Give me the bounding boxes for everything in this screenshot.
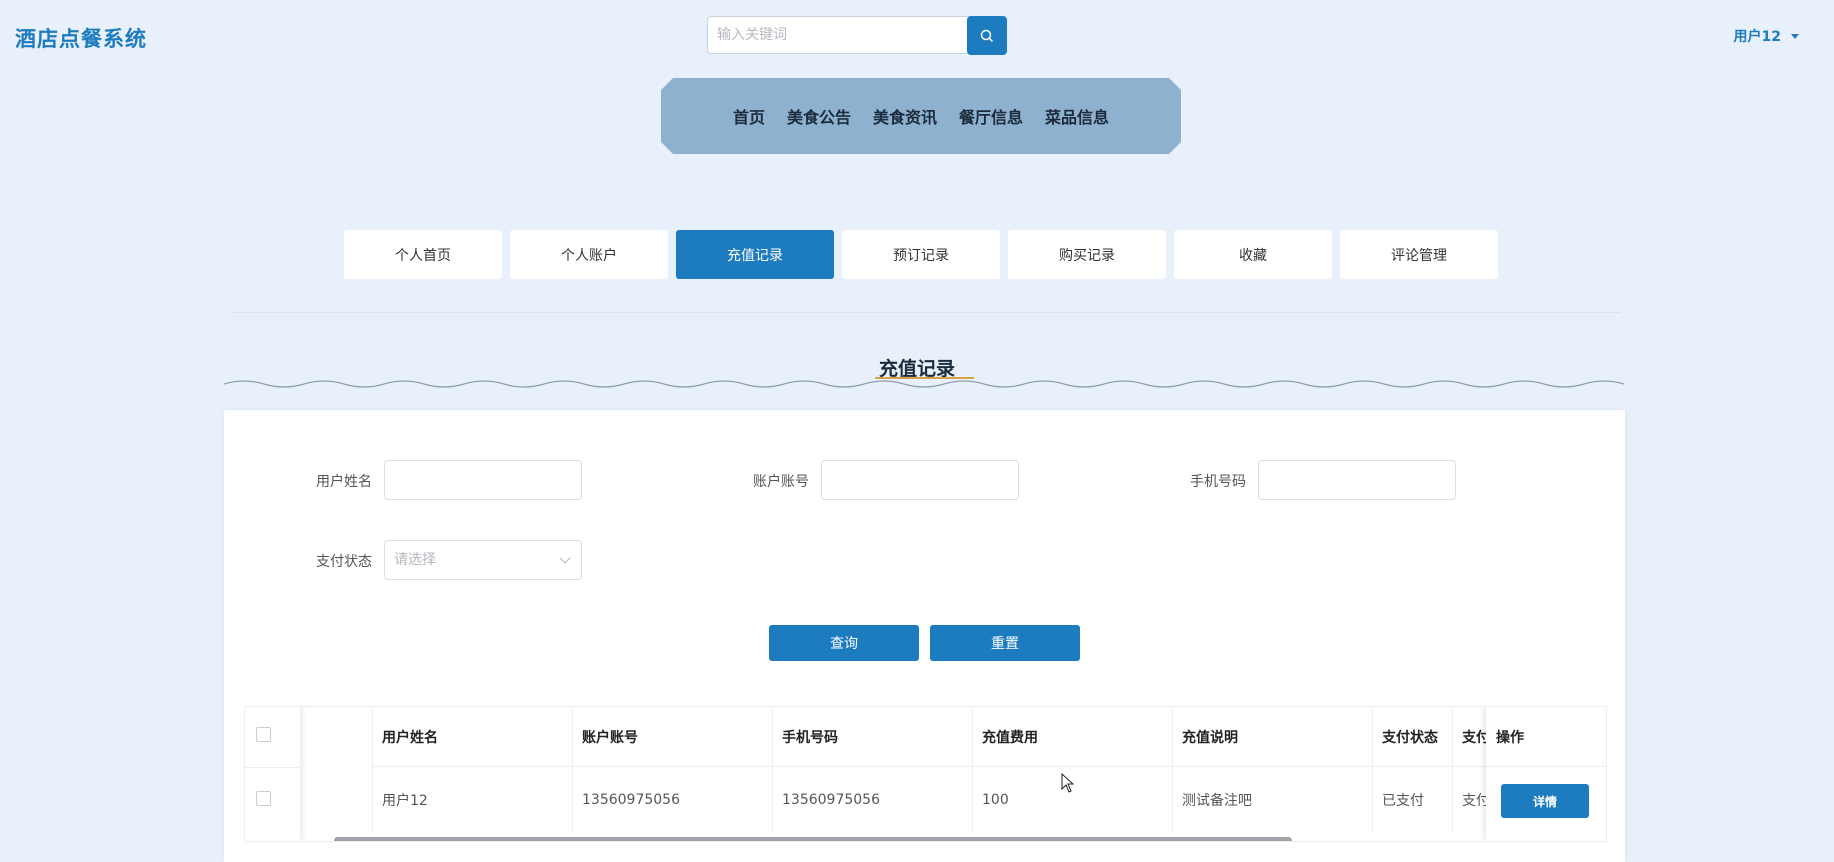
row-checkbox[interactable] xyxy=(256,791,271,806)
cell-user-name: 用户12 xyxy=(382,792,428,809)
divider xyxy=(230,312,1620,313)
fixed-checkbox-column xyxy=(245,707,300,841)
tab-favorites[interactable]: 收藏 xyxy=(1174,230,1332,279)
nav-food-news[interactable]: 美食资讯 xyxy=(862,104,948,128)
phone-label: 手机号码 xyxy=(1190,474,1246,490)
cell-account: 13560975056 xyxy=(582,791,680,808)
nav-food-notice[interactable]: 美食公告 xyxy=(776,104,862,128)
phone-field[interactable] xyxy=(1258,460,1456,500)
detail-button[interactable]: 详情 xyxy=(1501,784,1589,818)
nav-restaurant-info[interactable]: 餐厅信息 xyxy=(948,104,1034,128)
records-table: 用户姓名 账户账号 手机号码 充值费用 充值说明 支付状态 支付 用户12 13… xyxy=(244,706,1607,842)
nav-dish-info[interactable]: 菜品信息 xyxy=(1034,104,1120,128)
col-header-action: 操作 xyxy=(1486,707,1606,767)
search-icon xyxy=(980,29,994,42)
user-name-label: 用户姓名 xyxy=(316,474,372,490)
col-header-pay-status[interactable]: 支付状态 xyxy=(1372,707,1452,767)
reset-button[interactable]: 重置 xyxy=(930,625,1080,661)
wave-divider xyxy=(224,380,1625,388)
cell-note: 测试备注吧 xyxy=(1182,792,1252,809)
table-horizontal-scrollbar[interactable] xyxy=(334,837,1292,841)
cell-phone: 13560975056 xyxy=(782,791,880,808)
search-input[interactable]: 输入关键词 xyxy=(707,16,969,54)
user-menu[interactable]: 用户12 xyxy=(1734,26,1799,46)
col-header-amount[interactable]: 充值费用 xyxy=(972,707,1172,767)
account-label: 账户账号 xyxy=(753,474,809,490)
account-field[interactable] xyxy=(821,460,1019,500)
col-header-user-name[interactable]: 用户姓名 xyxy=(372,707,572,767)
search-button[interactable] xyxy=(967,16,1007,55)
tab-recharge-records[interactable]: 充值记录 xyxy=(676,230,834,279)
user-name-field[interactable] xyxy=(384,460,582,500)
personal-subnav: 个人首页 个人账户 充值记录 预订记录 购买记录 收藏 评论管理 xyxy=(344,230,1498,279)
cell-pay-status: 已支付 xyxy=(1382,792,1424,809)
app-logo[interactable]: 酒店点餐系统 xyxy=(15,23,147,53)
user-name: 用户12 xyxy=(1733,29,1781,45)
fixed-action-column: 操作 详情 xyxy=(1486,707,1606,841)
mouse-cursor-icon xyxy=(1061,773,1075,793)
tab-purchase-records[interactable]: 购买记录 xyxy=(1008,230,1166,279)
pay-status-placeholder: 请选择 xyxy=(394,552,436,568)
col-header-note[interactable]: 充值说明 xyxy=(1172,707,1372,767)
pay-status-select[interactable]: 请选择 xyxy=(384,540,582,580)
nav-home[interactable]: 首页 xyxy=(722,104,776,128)
col-header-phone[interactable]: 手机号码 xyxy=(772,707,972,767)
main-nav: 首页 美食公告 美食资讯 餐厅信息 菜品信息 xyxy=(661,78,1181,154)
tab-personal-account[interactable]: 个人账户 xyxy=(510,230,668,279)
col-header-account[interactable]: 账户账号 xyxy=(572,707,772,767)
chevron-down-icon xyxy=(559,552,571,564)
tab-personal-home[interactable]: 个人首页 xyxy=(344,230,502,279)
tab-comment-management[interactable]: 评论管理 xyxy=(1340,230,1498,279)
pay-status-label: 支付状态 xyxy=(316,554,372,570)
records-panel: 用户姓名 账户账号 手机号码 支付状态 请选择 查询 重置 用户姓名 账户账号 … xyxy=(224,410,1625,862)
query-button[interactable]: 查询 xyxy=(769,625,919,661)
tab-booking-records[interactable]: 预订记录 xyxy=(842,230,1000,279)
select-all-checkbox[interactable] xyxy=(256,727,271,742)
caret-down-icon xyxy=(1791,33,1799,39)
